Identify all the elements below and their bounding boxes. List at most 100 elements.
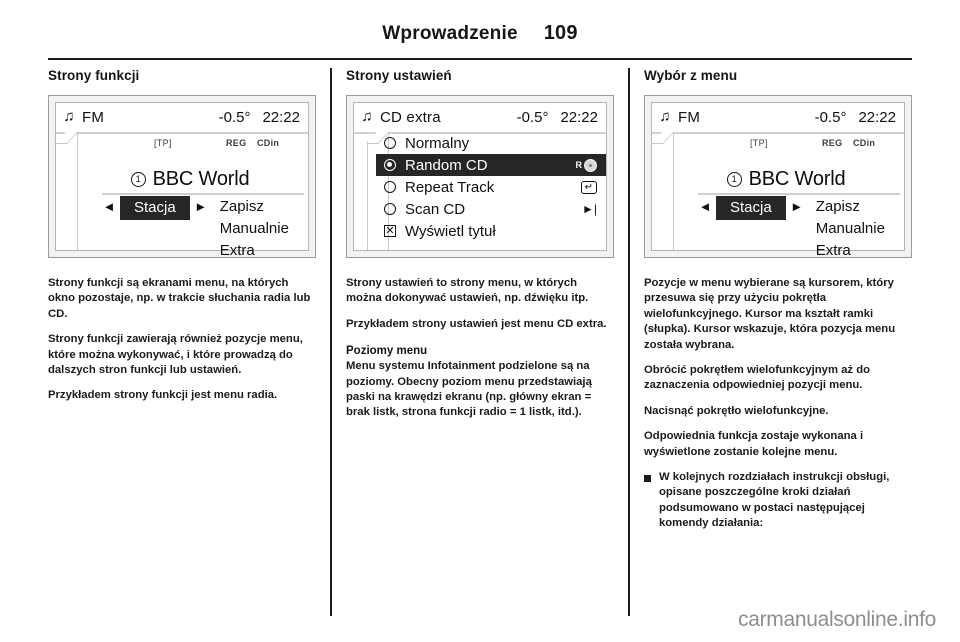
middle-paragraph-2: Przykładem strony ustawień jest menu CD …	[346, 317, 607, 330]
clock-time: 22:22	[262, 109, 300, 126]
menu-row-normalny[interactable]: Normalny	[376, 132, 606, 154]
right-paragraph-2: Obrócić pokrętłem wielofunkcyjnym aż do …	[644, 364, 870, 392]
outside-temperature: -0.5°	[814, 109, 847, 126]
softkey-row: ◄ Stacja ► Zapisz Manualnie Extra	[694, 196, 900, 257]
menu-row-label: Normalny	[405, 134, 470, 152]
site-watermark: carmanualsonline.info	[738, 608, 936, 631]
header-divider	[48, 58, 912, 60]
middle-subheading: Poziomy menu	[346, 345, 428, 358]
bullet-item: W kolejnych rozdziałach instrukcji obsłu…	[644, 470, 912, 532]
menu-item-manualnie[interactable]: Manualnie	[816, 218, 885, 240]
clock-time: 22:22	[560, 109, 598, 126]
radio-button-icon[interactable]	[384, 181, 396, 193]
station-selected-chip[interactable]: Stacja	[716, 196, 786, 220]
scan-icon: ►|	[582, 202, 597, 216]
outside-temperature: -0.5°	[516, 109, 549, 126]
manual-page: Wprowadzenie 109 Strony funkcji ♫ FM -0.…	[0, 0, 960, 642]
cd-extra-display-panel: ♫ CD extra -0.5° 22:22 Normalny Random C…	[346, 95, 614, 258]
display-screen: ♫ FM -0.5° 22:22 [TP] REG CDin 1 BBC Wor…	[651, 102, 905, 257]
radio-button-icon[interactable]	[384, 203, 396, 215]
display-screen: ♫ CD extra -0.5° 22:22 Normalny Random C…	[353, 102, 607, 251]
display-divider	[698, 193, 900, 195]
menu-row-random-cd[interactable]: Random CD R	[376, 154, 606, 176]
radio-menu-list: Zapisz Manualnie Extra	[220, 196, 289, 257]
middle-paragraph-1: Strony ustawień to strony menu, w któryc…	[346, 277, 589, 305]
menu-row-scan-cd[interactable]: Scan CD ►|	[376, 198, 606, 220]
radio-content: [TP] REG CDin 1 BBC World ◄ Stacja ► Zap…	[78, 132, 308, 257]
station-name: BBC World	[748, 168, 846, 190]
column-middle: Strony ustawień ♫ CD extra -0.5° 22:22 N…	[346, 68, 614, 616]
column-divider-2	[628, 68, 630, 616]
display-screen: ♫ FM -0.5° 22:22 [TP] REG CDin 1 BBC Wor…	[55, 102, 309, 257]
repeat-indicator: ↵	[580, 180, 606, 194]
middle-paragraph-3: Menu systemu Infotainment podzielone są …	[346, 360, 592, 419]
column-gap-1	[316, 68, 346, 616]
random-letter: R	[575, 160, 583, 170]
menu-item-extra[interactable]: Extra	[816, 240, 885, 257]
menu-level-indicator	[56, 132, 78, 250]
music-note-icon: ♫	[659, 108, 671, 125]
right-paragraph-3: Nacisnąć pokrętło wielofunkcyjne.	[644, 404, 829, 417]
display-status-bar: ♫ FM -0.5° 22:22	[652, 103, 904, 134]
left-section-heading: Strony funkcji	[48, 68, 140, 83]
music-note-icon: ♫	[361, 108, 373, 125]
radio-content: [TP] REG CDin 1 BBC World ◄ Stacja ► Zap…	[674, 132, 904, 257]
cdin-indicator: CDin	[257, 138, 280, 148]
station-row: 1 BBC World	[674, 168, 898, 191]
tp-indicator: [TP]	[750, 138, 768, 148]
right-section-heading: Wybór z menu	[644, 68, 738, 83]
column-gap-2	[614, 68, 644, 616]
square-bullet-icon	[644, 475, 651, 483]
previous-station-icon[interactable]: ◄	[694, 196, 716, 218]
preset-number-badge: 1	[726, 172, 742, 187]
menu-item-zapisz[interactable]: Zapisz	[816, 196, 885, 218]
left-paragraph-2: Strony funkcji zawierają również pozycje…	[48, 333, 303, 377]
radio-display-panel-right: ♫ FM -0.5° 22:22 [TP] REG CDin 1 BBC Wor…	[644, 95, 912, 258]
audio-source-label: CD extra	[380, 109, 441, 126]
previous-station-icon[interactable]: ◄	[98, 196, 120, 218]
station-name: BBC World	[152, 168, 250, 190]
middle-section-heading: Strony ustawień	[346, 68, 452, 83]
menu-item-manualnie[interactable]: Manualnie	[220, 218, 289, 240]
content-columns: Strony funkcji ♫ FM -0.5° 22:22 [TP] REG…	[48, 68, 912, 616]
station-selected-chip[interactable]: Stacja	[120, 196, 190, 220]
display-status-bar: ♫ CD extra -0.5° 22:22	[354, 103, 606, 134]
next-station-icon[interactable]: ►	[190, 196, 212, 218]
station-row: 1 BBC World	[78, 168, 302, 191]
radio-button-selected-icon[interactable]	[384, 159, 396, 171]
bullet-text: W kolejnych rozdziałach instrukcji obsłu…	[659, 471, 890, 530]
column-left: Strony funkcji ♫ FM -0.5° 22:22 [TP] REG…	[48, 68, 316, 616]
next-station-icon[interactable]: ►	[786, 196, 808, 218]
cdin-indicator: CDin	[853, 138, 876, 148]
page-number: 109	[543, 22, 578, 44]
right-paragraph-4: Odpowiednia funkcja zostaje wykonana i w…	[644, 430, 864, 458]
left-paragraph-3: Przykładem strony funkcji jest menu radi…	[48, 389, 278, 402]
softkey-row: ◄ Stacja ► Zapisz Manualnie Extra	[98, 196, 304, 257]
audio-source-label: FM	[82, 109, 105, 126]
menu-item-zapisz[interactable]: Zapisz	[220, 196, 289, 218]
reg-indicator: REG	[822, 138, 843, 148]
menu-item-extra[interactable]: Extra	[220, 240, 289, 257]
menu-row-label: Scan CD	[405, 200, 466, 218]
outside-temperature: -0.5°	[218, 109, 251, 126]
right-paragraph-1: Pozycje w menu wybierane są kursorem, kt…	[644, 277, 896, 351]
menu-row-wyswietl-tytul[interactable]: ✕ Wyświetl tytuł	[376, 220, 606, 242]
column-right: Wybór z menu ♫ FM -0.5° 22:22 [TP] REG C…	[644, 68, 912, 616]
clock-time: 22:22	[858, 109, 896, 126]
menu-level-indicator	[652, 132, 674, 250]
menu-row-label: Wyświetl tytuł	[405, 222, 496, 240]
right-bullet-list: W kolejnych rozdziałach instrukcji obsłu…	[644, 470, 912, 532]
repeat-icon: ↵	[580, 180, 597, 194]
checkbox-icon[interactable]: ✕	[384, 225, 396, 237]
radio-display-panel-left: ♫ FM -0.5° 22:22 [TP] REG CDin 1 BBC Wor…	[48, 95, 316, 258]
menu-row-label: Random CD	[405, 156, 488, 174]
menu-level-line	[367, 141, 368, 250]
tp-indicator: [TP]	[154, 138, 172, 148]
cd-extra-menu-list: Normalny Random CD R Repeat Track ↵ Scan…	[376, 132, 606, 250]
radio-menu-list: Zapisz Manualnie Extra	[816, 196, 885, 257]
menu-row-repeat-track[interactable]: Repeat Track ↵	[376, 176, 606, 198]
reg-indicator: REG	[226, 138, 247, 148]
menu-row-label: Repeat Track	[405, 178, 495, 196]
radio-button-icon[interactable]	[384, 137, 396, 149]
display-divider	[102, 193, 304, 195]
